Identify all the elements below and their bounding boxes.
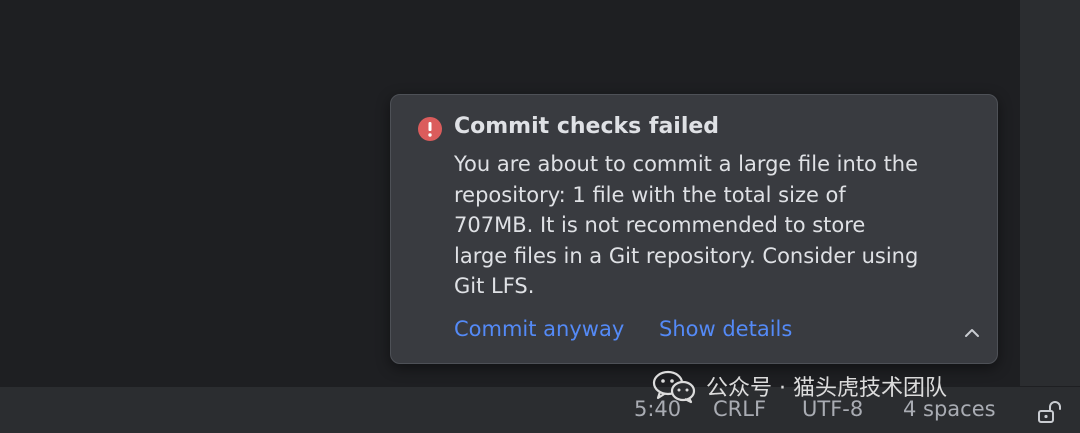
right-tool-strip: [1020, 0, 1080, 386]
show-details-link[interactable]: Show details: [659, 317, 792, 341]
notification-message: You are about to commit a large file int…: [454, 152, 919, 298]
watermark-text: 公众号 · 猫头虎技术团队: [706, 376, 947, 401]
wechat-icon: [652, 370, 696, 404]
unlock-icon[interactable]: [1036, 399, 1062, 425]
notification-title: Commit checks failed: [454, 114, 720, 139]
watermark: 公众号 · 猫头虎技术团队: [652, 368, 947, 404]
commit-checks-notification: Commit checks failed You are about to co…: [390, 94, 998, 364]
commit-anyway-link[interactable]: Commit anyway: [454, 317, 624, 341]
error-icon: [418, 117, 442, 141]
chevron-up-icon[interactable]: [959, 321, 985, 343]
